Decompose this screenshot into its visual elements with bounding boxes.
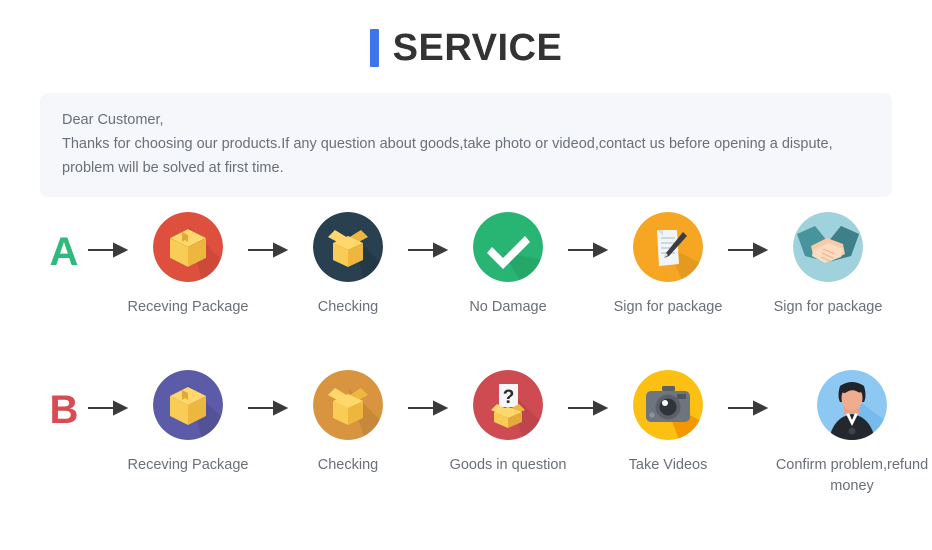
page-title: SERVICE: [392, 27, 563, 69]
step-a-2[interactable]: Checking: [292, 212, 404, 318]
step-a-4[interactable]: Sign for package: [612, 212, 724, 318]
open-box-icon: [313, 370, 383, 440]
arrow-right-icon: [244, 242, 292, 258]
step-label: Receving Package: [127, 457, 249, 473]
flow-badge-b: B: [49, 388, 79, 432]
arrow-right-icon: [564, 400, 612, 416]
arrow-right-icon: [564, 242, 612, 258]
step-label: No Damage: [469, 299, 547, 315]
open-box-icon: [313, 212, 383, 282]
notice-line-3: problem will be solved at first time.: [62, 160, 284, 176]
step-label: Sign for package: [613, 299, 723, 315]
step-label: Checking: [317, 299, 379, 315]
svg-text:?: ?: [503, 387, 515, 408]
step-b-5[interactable]: Confirm problem,refund money: [772, 370, 932, 497]
customer-notice-banner: Dear Customer, Thanks for choosing our p…: [40, 93, 892, 197]
step-b-3[interactable]: ? Goods in question: [449, 370, 567, 476]
flow-row-a: A Receving Package Checking No Damage Si…: [0, 212, 932, 318]
handshake-icon: [793, 212, 863, 282]
step-label: Sign for package: [773, 299, 883, 315]
step-label: Receving Package: [127, 299, 249, 315]
title-accent-bar: [369, 29, 379, 67]
arrow-right-icon: [724, 400, 772, 416]
step-a-3[interactable]: No Damage: [452, 212, 564, 318]
step-b-4[interactable]: Take Videos: [612, 370, 724, 476]
arrow-right-icon: [724, 242, 772, 258]
closed-box-icon: [153, 370, 223, 440]
step-a-5[interactable]: Sign for package: [772, 212, 884, 318]
notice-line-1: Dear Customer,: [62, 112, 164, 128]
question-box-icon: ?: [473, 370, 543, 440]
camera-icon: [633, 370, 703, 440]
arrow-right-icon: [404, 242, 452, 258]
step-label: Confirm problem,refund money: [775, 457, 929, 494]
arrow-right-icon: [404, 400, 452, 416]
document-pen-icon: [633, 212, 703, 282]
notice-line-2: Thanks for choosing our products.If any …: [62, 136, 833, 152]
person-avatar-icon: [817, 370, 887, 440]
check-mark-icon: [473, 212, 543, 282]
page-header: SERVICE: [0, 0, 932, 96]
closed-box-icon: [153, 212, 223, 282]
step-label: Goods in question: [449, 457, 567, 473]
step-b-2[interactable]: Checking: [292, 370, 404, 476]
step-label: Checking: [317, 457, 379, 473]
step-a-1[interactable]: Receving Package: [128, 212, 248, 318]
flow-row-b: B Receving Package Checking ? Goods in q…: [0, 370, 932, 497]
flow-badge-a: A: [49, 230, 79, 274]
arrow-right-icon: [84, 400, 132, 416]
step-b-1[interactable]: Receving Package: [128, 370, 248, 476]
arrow-right-icon: [244, 400, 292, 416]
step-label: Take Videos: [628, 457, 708, 473]
arrow-right-icon: [84, 242, 132, 258]
